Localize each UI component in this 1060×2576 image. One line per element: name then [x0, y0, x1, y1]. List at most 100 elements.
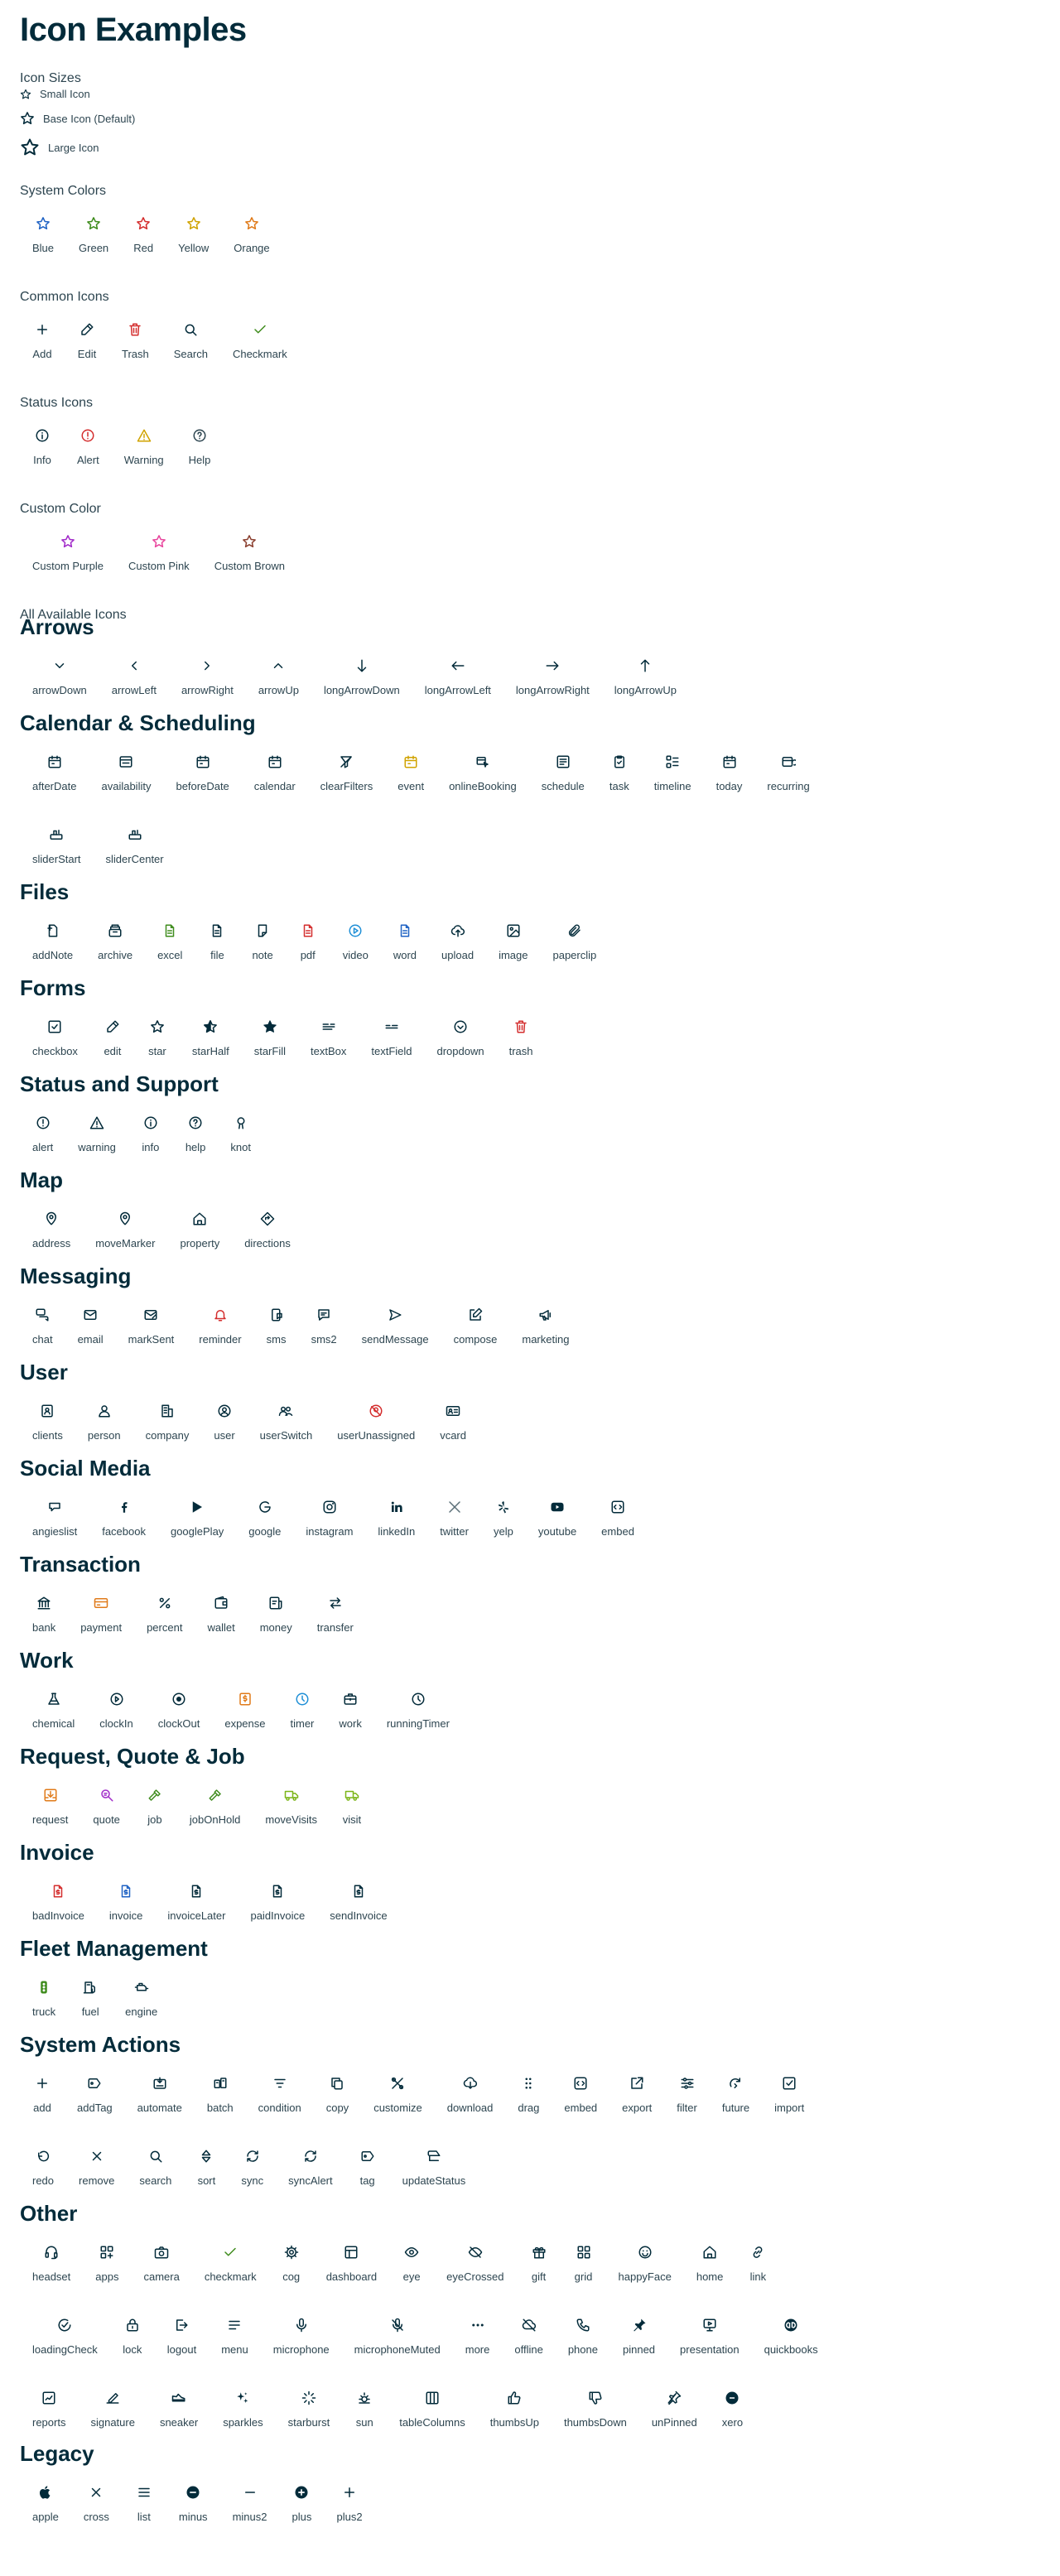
section-title-social-media: Social Media: [20, 1456, 151, 1481]
icon-label: note: [252, 949, 273, 961]
icon-label: sliderStart: [32, 853, 81, 865]
icon-label: starFill: [253, 1045, 286, 1057]
icon-item-text-field: textField: [359, 1017, 424, 1057]
icon-item-custom-pink: Custom Pink: [116, 532, 202, 572]
file-icon: [298, 921, 318, 941]
icon-label: availability: [101, 780, 152, 792]
icon-label: embed: [601, 1525, 634, 1538]
icon-label: googlePlay: [170, 1525, 224, 1538]
embed-icon: [571, 2073, 590, 2093]
calendar-icon: [401, 752, 421, 772]
icon-label: arrowUp: [258, 684, 299, 696]
icon-label: sync: [241, 2174, 264, 2187]
icon-label: phone: [567, 2343, 598, 2356]
icon-item-note: note: [239, 921, 285, 961]
quote-icon: [97, 1785, 117, 1805]
icon-item-event: event: [385, 752, 436, 792]
update-status-icon: [424, 2146, 444, 2166]
compose-icon: [465, 1305, 485, 1325]
icon-label: angieslist: [32, 1525, 78, 1538]
icon-label: search: [139, 2174, 172, 2187]
icon-item-mark-sent: markSent: [116, 1305, 187, 1346]
icon-row: checkbox edit star starHalf starFill textBox t…: [20, 1017, 546, 1057]
icon-row: add addTag automate batch condition copy custo…: [20, 2073, 817, 2114]
icon-label: filter: [677, 2102, 697, 2114]
icon-item-online-booking: onlineBooking: [436, 752, 529, 792]
icon-item-before-date: beforeDate: [163, 752, 241, 792]
clients-icon: [37, 1401, 57, 1421]
edit-icon: [103, 1017, 123, 1037]
icon-label: schedule: [541, 780, 585, 792]
icon-item-engine: engine: [113, 1977, 170, 2018]
icon-label: batch: [206, 2102, 234, 2114]
icon-item-info: Info: [20, 426, 65, 466]
system-colors-row: Blue Green Red Yellow Orange: [20, 214, 282, 254]
tag-icon: [84, 2073, 104, 2093]
cog-icon: [282, 2242, 301, 2262]
icon-label: timer: [290, 1717, 315, 1730]
thumbs-down-icon: [585, 2388, 605, 2408]
icon-label: recurring: [767, 780, 810, 792]
page-title: Icon Examples: [20, 12, 247, 48]
section-title-map: Map: [20, 1168, 63, 1192]
section-title-other: Other: [20, 2201, 78, 2226]
fuel-icon: [80, 1977, 100, 1997]
icon-item-fuel: fuel: [68, 1977, 113, 2018]
icon-label: request: [32, 1813, 69, 1826]
section-title-fleet-management: Fleet Management: [20, 1936, 208, 1961]
icon-label: automate: [137, 2102, 182, 2114]
small-icon-label: Small Icon: [40, 88, 90, 100]
icon-label: updateStatus: [402, 2174, 466, 2187]
icon-item-google: google: [236, 1497, 293, 1538]
engine-icon: [132, 1977, 152, 1997]
icon-row: sliderStart sliderCenter: [20, 825, 176, 865]
icon-item-percent: percent: [134, 1593, 195, 1634]
icon-label: textField: [371, 1045, 412, 1057]
redo-icon: [33, 2146, 53, 2166]
icon-label: Custom Purple: [32, 560, 104, 572]
icon-item-alert: Alert: [65, 426, 112, 466]
icon-item-address: address: [20, 1209, 83, 1249]
icon-label: job: [147, 1813, 162, 1826]
icon-item-trash: Trash: [109, 320, 161, 360]
icon-label: youtube: [537, 1525, 577, 1538]
arrow-left-icon: [124, 656, 144, 676]
icon-item-thumbs-down: thumbsDown: [552, 2388, 639, 2429]
icon-label: invoiceLater: [167, 1909, 226, 1922]
icon-item-clock-out: clockOut: [146, 1689, 213, 1730]
icon-label: remove: [79, 2174, 115, 2187]
icon-item-sneaker: sneaker: [147, 2388, 210, 2429]
icon-item-upload: upload: [429, 921, 486, 961]
icon-label: payment: [80, 1621, 123, 1634]
icon-label: tableColumns: [399, 2416, 465, 2429]
icon-item-happy-face: happyFace: [606, 2242, 684, 2283]
pin-icon: [41, 1209, 61, 1229]
icon-label: vcard: [440, 1429, 466, 1442]
icon-label: dropdown: [436, 1045, 484, 1057]
icon-item-update-status: updateStatus: [390, 2146, 479, 2187]
icon-label: Search: [173, 348, 208, 360]
download-icon: [460, 2073, 480, 2093]
icon-row: address moveMarker property directions: [20, 1209, 303, 1249]
icon-item-home: home: [684, 2242, 736, 2283]
section-title-arrows: Arrows: [20, 614, 94, 639]
icon-label: timeline: [653, 780, 691, 792]
quickbooks-icon: [781, 2315, 801, 2335]
icon-item-trash: trash: [497, 1017, 546, 1057]
icon-label: Help: [188, 454, 211, 466]
calendar-icon: [720, 752, 740, 772]
icon-item-request: request: [20, 1785, 80, 1826]
file-icon: [207, 921, 227, 941]
custom-color-row: Custom Purple Custom Pink Custom Brown: [20, 532, 297, 572]
icon-label: expense: [224, 1717, 266, 1730]
icon-item-long-arrow-left: longArrowLeft: [412, 656, 504, 696]
icon-label: paidInvoice: [250, 1909, 306, 1922]
star-icon: [242, 214, 262, 234]
embed-icon: [608, 1497, 628, 1517]
icon-label: presentation: [680, 2343, 740, 2356]
icon-label: Alert: [77, 454, 99, 466]
icon-label: thumbsUp: [489, 2416, 539, 2429]
icon-row: apple cross list minus minus2 plus plus2: [20, 2482, 375, 2523]
file-icon: [160, 921, 180, 941]
icon-item-arrow-right: arrowRight: [169, 656, 246, 696]
